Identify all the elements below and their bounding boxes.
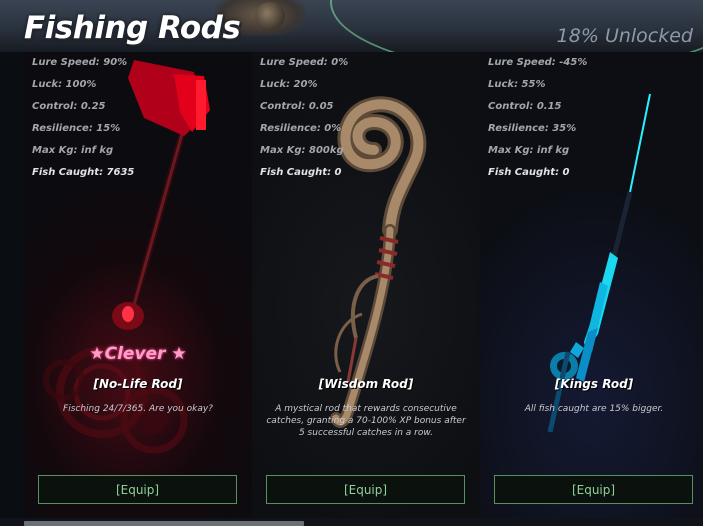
stat-resilience: Resilience: 15%	[32, 123, 121, 134]
rod-stats: Lure Speed: -45% Luck: 55% Control: 0.15…	[488, 56, 587, 188]
stat-control: Control: 0.05	[260, 101, 334, 112]
stat-resilience: Resilience: 0%	[260, 123, 342, 134]
unlocked-percentage: 18% Unlocked	[556, 25, 693, 47]
stat-resilience: Resilience: 35%	[488, 123, 577, 134]
equip-button[interactable]: [Equip]	[38, 475, 237, 504]
rod-name: [Kings Rod]	[554, 377, 634, 391]
stat-control: Control: 0.15	[488, 101, 562, 112]
stat-luck: Luck: 55%	[488, 79, 546, 90]
rod-name: [No-Life Rod]	[93, 377, 183, 391]
rod-card-wisdom[interactable]: Lure Speed: 0% Luck: 20% Control: 0.05 R…	[252, 52, 480, 518]
rod-card-kings[interactable]: Lure Speed: -45% Luck: 55% Control: 0.15…	[480, 52, 703, 518]
stat-lure-speed: Lure Speed: 90%	[32, 57, 128, 68]
horizontal-scrollbar[interactable]	[24, 521, 304, 526]
rod-card-no-life[interactable]: Lure Speed: 90% Luck: 100% Control: 0.25…	[24, 52, 252, 518]
rod-description: All fish caught are 15% bigger.	[524, 404, 664, 414]
stat-luck: Luck: 100%	[32, 79, 97, 90]
header-bar: Fishing Rods 18% Unlocked	[0, 0, 703, 52]
background-scenery-object	[255, 2, 285, 30]
rod-name: [Wisdom Rod]	[318, 377, 414, 391]
rod-stats: Lure Speed: 90% Luck: 100% Control: 0.25…	[32, 56, 134, 188]
stat-fish-caught: Fish Caught: 0	[260, 167, 342, 178]
rod-stats: Lure Speed: 0% Luck: 20% Control: 0.05 R…	[260, 56, 348, 188]
stat-max-kg: Max Kg: inf kg	[32, 145, 114, 156]
rod-description: Fisching 24/7/365. Are you okay?	[63, 404, 213, 414]
stat-luck: Luck: 20%	[260, 79, 318, 90]
stat-max-kg: Max Kg: inf kg	[488, 145, 570, 156]
stat-fish-caught: Fish Caught: 0	[488, 167, 570, 178]
rod-description: A mystical rod that rewards consecutive …	[266, 404, 466, 438]
stat-lure-speed: Lure Speed: -45%	[488, 57, 588, 68]
equip-button[interactable]: [Equip]	[266, 475, 465, 504]
stat-control: Control: 0.25	[32, 101, 106, 112]
equip-button[interactable]: [Equip]	[494, 475, 693, 504]
stat-lure-speed: Lure Speed: 0%	[260, 57, 349, 68]
page-title: Fishing Rods	[24, 10, 241, 46]
mutation-label: ★Clever ★	[89, 344, 187, 364]
stat-fish-caught: Fish Caught: 7635	[32, 167, 135, 178]
stat-max-kg: Max Kg: 800kg	[260, 145, 344, 156]
